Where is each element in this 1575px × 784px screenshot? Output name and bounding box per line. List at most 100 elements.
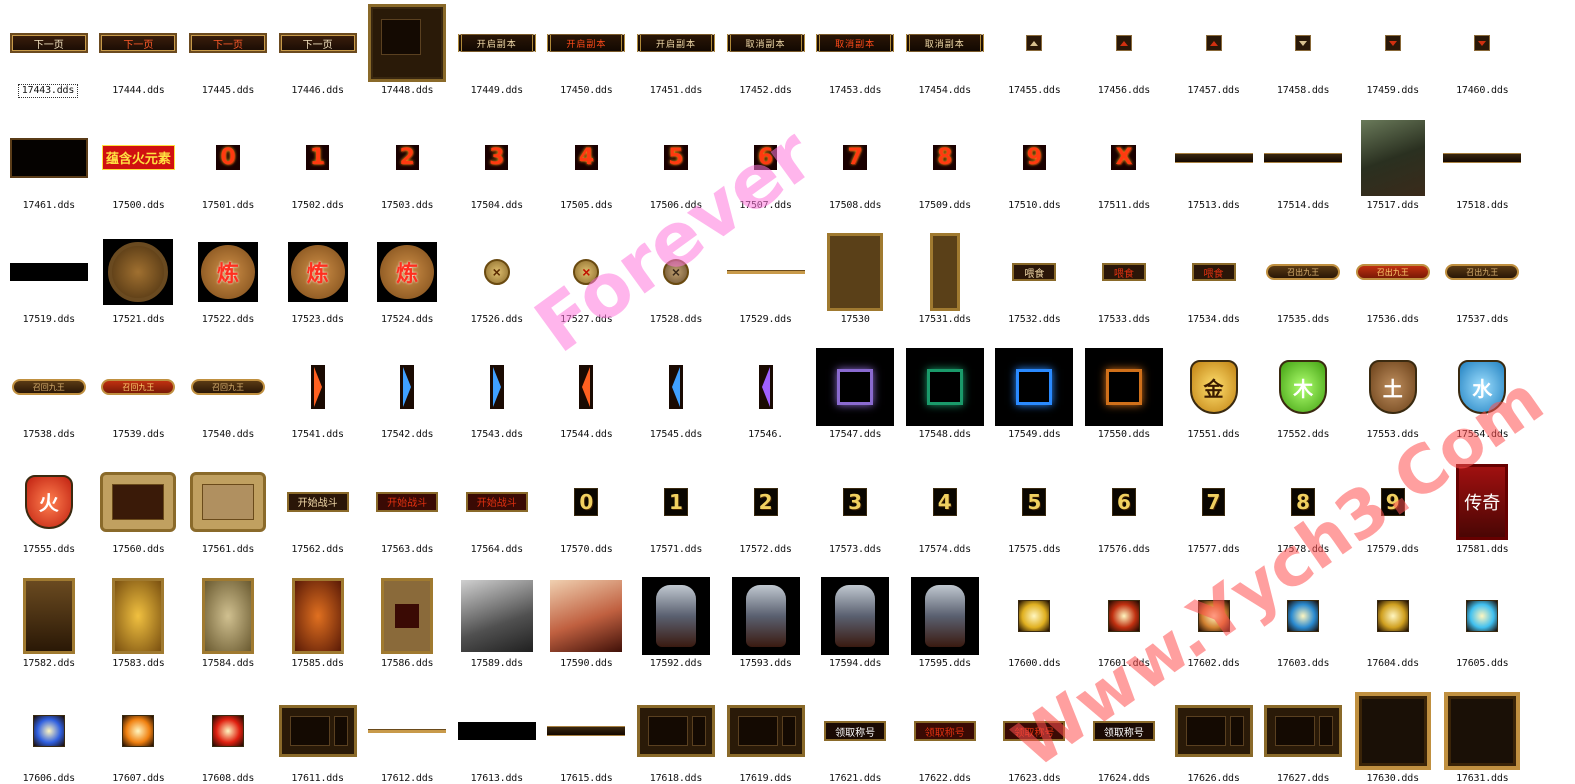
file-thumbnail-item[interactable]: 7 17577.dds [1169, 461, 1259, 576]
file-thumbnail-item[interactable]: 开始战斗 17564.dds [452, 461, 542, 576]
file-thumbnail-item[interactable]: 炼 17522.dds [183, 231, 273, 346]
file-thumbnail-item[interactable]: 17561.dds [183, 461, 273, 576]
file-thumbnail-item[interactable]: 喂食 17532.dds [990, 231, 1080, 346]
file-thumbnail-item[interactable]: × 17526.dds [452, 231, 542, 346]
file-thumbnail-item[interactable]: 取消副本 17454.dds [900, 2, 990, 117]
file-thumbnail-item[interactable]: 6 17507.dds [721, 117, 811, 232]
file-thumbnail-item[interactable]: 17601.dds [1079, 575, 1169, 690]
file-thumbnail-item[interactable]: 17631.dds [1438, 690, 1528, 784]
file-thumbnail-item[interactable]: 5 17575.dds [990, 461, 1080, 576]
file-thumbnail-item[interactable]: 17584.dds [183, 575, 273, 690]
file-thumbnail-item[interactable]: 17630.dds [1348, 690, 1438, 784]
file-thumbnail-item[interactable]: 4 17505.dds [542, 117, 632, 232]
file-thumbnail-item[interactable]: 2 17572.dds [721, 461, 811, 576]
file-thumbnail-item[interactable]: 7 17508.dds [810, 117, 900, 232]
file-thumbnail-item[interactable]: 17456.dds [1079, 2, 1169, 117]
file-thumbnail-item[interactable]: 17602.dds [1169, 575, 1259, 690]
file-thumbnail-item[interactable]: 开始战斗 17563.dds [362, 461, 452, 576]
file-thumbnail-item[interactable]: 17531.dds [900, 231, 990, 346]
file-thumbnail-item[interactable]: 17517.dds [1348, 117, 1438, 232]
file-thumbnail-item[interactable]: 17612.dds [362, 690, 452, 784]
file-thumbnail-item[interactable]: 17455.dds [990, 2, 1080, 117]
file-thumbnail-item[interactable]: 17583.dds [94, 575, 184, 690]
file-thumbnail-item[interactable]: 火 17555.dds [4, 461, 94, 576]
file-thumbnail-item[interactable]: 17529.dds [721, 231, 811, 346]
file-thumbnail-item[interactable]: 下一页 17444.dds [94, 2, 184, 117]
file-thumbnail-item[interactable]: 开启副本 17449.dds [452, 2, 542, 117]
file-thumbnail-item[interactable]: 17457.dds [1169, 2, 1259, 117]
file-thumbnail-item[interactable]: 17607.dds [94, 690, 184, 784]
file-thumbnail-item[interactable]: 喂食 17533.dds [1079, 231, 1169, 346]
file-thumbnail-item[interactable]: 17541.dds [273, 346, 363, 461]
file-thumbnail-item[interactable]: 炼 17523.dds [273, 231, 363, 346]
file-thumbnail-item[interactable]: 召回九王 17539.dds [94, 346, 184, 461]
file-thumbnail-item[interactable]: 17459.dds [1348, 2, 1438, 117]
file-thumbnail-item[interactable]: 3 17573.dds [810, 461, 900, 576]
file-thumbnail-item[interactable]: 17542.dds [362, 346, 452, 461]
file-thumbnail-item[interactable]: 1 17571.dds [631, 461, 721, 576]
file-thumbnail-item[interactable]: 传奇 17581.dds [1438, 461, 1528, 576]
file-thumbnail-item[interactable]: 3 17504.dds [452, 117, 542, 232]
file-thumbnail-item[interactable]: 17514.dds [1258, 117, 1348, 232]
file-thumbnail-item[interactable]: 17627.dds [1258, 690, 1348, 784]
file-thumbnail-item[interactable]: 喂食 17534.dds [1169, 231, 1259, 346]
file-thumbnail-item[interactable]: 17460.dds [1438, 2, 1528, 117]
file-thumbnail-item[interactable]: 17605.dds [1438, 575, 1528, 690]
file-thumbnail-item[interactable]: 金 17551.dds [1169, 346, 1259, 461]
file-thumbnail-item[interactable]: 17549.dds [990, 346, 1080, 461]
file-thumbnail-item[interactable]: 17458.dds [1258, 2, 1348, 117]
file-thumbnail-item[interactable]: 17544.dds [542, 346, 632, 461]
file-thumbnail-item[interactable]: 土 17553.dds [1348, 346, 1438, 461]
file-thumbnail-item[interactable]: 17593.dds [721, 575, 811, 690]
file-thumbnail-item[interactable]: 17619.dds [721, 690, 811, 784]
file-thumbnail-item[interactable]: 水 17554.dds [1438, 346, 1528, 461]
file-thumbnail-item[interactable]: 取消副本 17453.dds [810, 2, 900, 117]
file-thumbnail-item[interactable]: 开始战斗 17562.dds [273, 461, 363, 576]
file-thumbnail-item[interactable]: 17600.dds [990, 575, 1080, 690]
file-thumbnail-item[interactable]: 17604.dds [1348, 575, 1438, 690]
file-thumbnail-item[interactable]: 8 17578.dds [1258, 461, 1348, 576]
file-thumbnail-item[interactable]: 17461.dds [4, 117, 94, 232]
file-thumbnail-item[interactable]: 领取称号 17624.dds [1079, 690, 1169, 784]
file-thumbnail-item[interactable]: 17521.dds [94, 231, 184, 346]
file-thumbnail-item[interactable]: 8 17509.dds [900, 117, 990, 232]
file-thumbnail-item[interactable]: 17606.dds [4, 690, 94, 784]
file-thumbnail-item[interactable]: 17519.dds [4, 231, 94, 346]
file-thumbnail-item[interactable]: 17448.dds [362, 2, 452, 117]
file-thumbnail-item[interactable]: 领取称号 17623.dds [990, 690, 1080, 784]
file-thumbnail-item[interactable]: 0 17570.dds [542, 461, 632, 576]
file-thumbnail-item[interactable]: 领取称号 17622.dds [900, 690, 990, 784]
file-thumbnail-item[interactable]: 下一页 17446.dds [273, 2, 363, 117]
file-thumbnail-item[interactable]: 取消副本 17452.dds [721, 2, 811, 117]
file-thumbnail-item[interactable]: 17560.dds [94, 461, 184, 576]
file-thumbnail-item[interactable]: 17550.dds [1079, 346, 1169, 461]
file-thumbnail-item[interactable]: 17626.dds [1169, 690, 1259, 784]
file-thumbnail-item[interactable]: 17613.dds [452, 690, 542, 784]
file-thumbnail-item[interactable]: 召回九王 17540.dds [183, 346, 273, 461]
file-thumbnail-item[interactable]: 召出九王 17535.dds [1258, 231, 1348, 346]
file-thumbnail-item[interactable]: 17586.dds [362, 575, 452, 690]
file-thumbnail-item[interactable]: 17548.dds [900, 346, 990, 461]
file-thumbnail-item[interactable]: 炼 17524.dds [362, 231, 452, 346]
file-thumbnail-item[interactable]: 2 17503.dds [362, 117, 452, 232]
file-thumbnail-item[interactable]: 17594.dds [810, 575, 900, 690]
file-thumbnail-item[interactable]: 9 17510.dds [990, 117, 1080, 232]
file-thumbnail-item[interactable]: 17615.dds [542, 690, 632, 784]
file-thumbnail-item[interactable]: × 17527.dds [542, 231, 632, 346]
file-thumbnail-item[interactable]: 17530 [810, 231, 900, 346]
file-thumbnail-item[interactable]: 木 17552.dds [1258, 346, 1348, 461]
file-thumbnail-item[interactable]: 领取称号 17621.dds [810, 690, 900, 784]
file-thumbnail-item[interactable]: 17545.dds [631, 346, 721, 461]
file-thumbnail-item[interactable]: 17543.dds [452, 346, 542, 461]
file-thumbnail-item[interactable]: 17513.dds [1169, 117, 1259, 232]
file-thumbnail-item[interactable]: X 17511.dds [1079, 117, 1169, 232]
file-thumbnail-item[interactable]: 17590.dds [542, 575, 632, 690]
file-thumbnail-item[interactable]: 5 17506.dds [631, 117, 721, 232]
file-thumbnail-item[interactable]: 开启副本 17450.dds [542, 2, 632, 117]
file-thumbnail-item[interactable]: 9 17579.dds [1348, 461, 1438, 576]
file-thumbnail-item[interactable]: × 17528.dds [631, 231, 721, 346]
file-thumbnail-item[interactable]: 17518.dds [1438, 117, 1528, 232]
file-thumbnail-item[interactable]: 17547.dds [810, 346, 900, 461]
file-thumbnail-item[interactable]: 17592.dds [631, 575, 721, 690]
file-thumbnail-item[interactable]: 17603.dds [1258, 575, 1348, 690]
